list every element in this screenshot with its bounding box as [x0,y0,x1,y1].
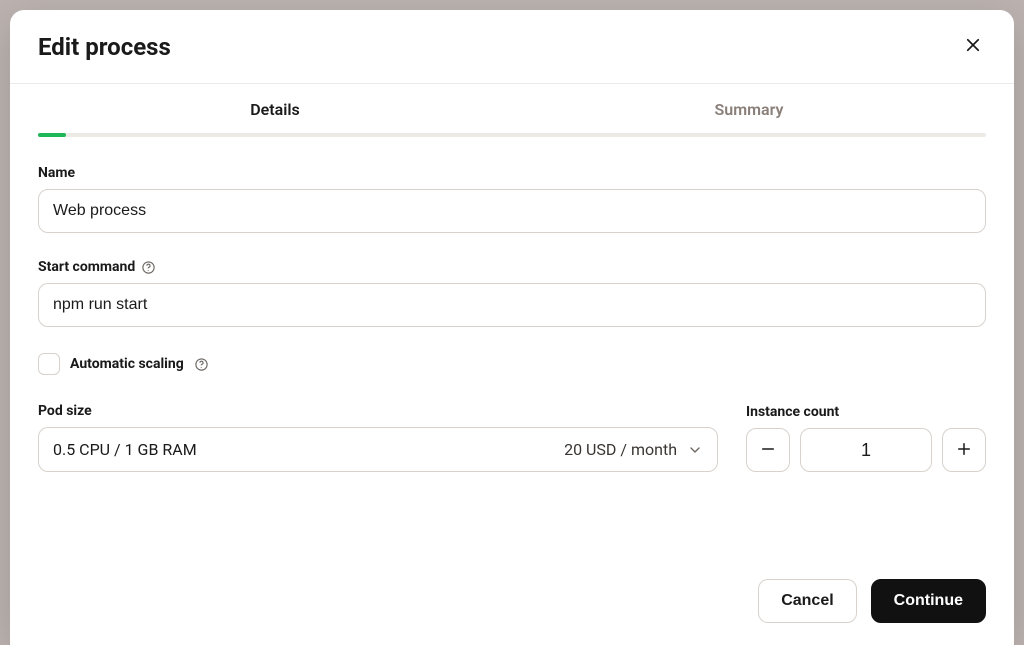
plus-icon [955,440,973,461]
instance-stepper [746,428,986,472]
auto-scaling-checkbox[interactable] [38,353,60,375]
minus-icon [759,440,777,461]
resource-row: Pod size 0.5 CPU / 1 GB RAM 20 USD / mon… [38,403,986,472]
chevron-down-icon [687,442,703,458]
decrement-button[interactable] [746,428,790,472]
field-start-command: Start command [38,259,986,327]
progress-fill [38,133,66,137]
cancel-button[interactable]: Cancel [758,579,856,623]
instance-count-input[interactable] [800,428,932,472]
tab-details[interactable]: Details [38,84,512,133]
modal-title: Edit process [38,33,171,61]
field-pod-size: Pod size 0.5 CPU / 1 GB RAM 20 USD / mon… [38,403,718,472]
edit-process-modal: Edit process Details Summary Name Start … [10,10,1014,645]
continue-button[interactable]: Continue [871,579,986,623]
modal-footer: Cancel Continue [10,565,1014,645]
pod-size-price: 20 USD / month [564,440,677,459]
modal-header: Edit process [10,10,1014,84]
pod-size-label: Pod size [38,403,92,419]
close-icon [964,36,982,57]
help-icon[interactable] [194,357,209,372]
instance-count-label: Instance count [746,404,839,420]
help-icon[interactable] [141,260,156,275]
increment-button[interactable] [942,428,986,472]
close-button[interactable] [960,32,986,61]
progress-track [38,133,986,137]
modal-content: Name Start command Automatic scaling [10,137,1014,565]
pod-size-spec: 0.5 CPU / 1 GB RAM [53,440,197,459]
name-input[interactable] [38,189,986,233]
field-instance-count: Instance count [746,404,986,472]
tab-summary[interactable]: Summary [512,84,986,133]
start-command-label: Start command [38,259,135,275]
name-label: Name [38,165,75,181]
field-name: Name [38,165,986,233]
auto-scaling-label: Automatic scaling [70,356,184,372]
start-command-input[interactable] [38,283,986,327]
field-auto-scaling: Automatic scaling [38,353,986,375]
tabs: Details Summary [10,84,1014,133]
pod-size-select[interactable]: 0.5 CPU / 1 GB RAM 20 USD / month [38,427,718,472]
